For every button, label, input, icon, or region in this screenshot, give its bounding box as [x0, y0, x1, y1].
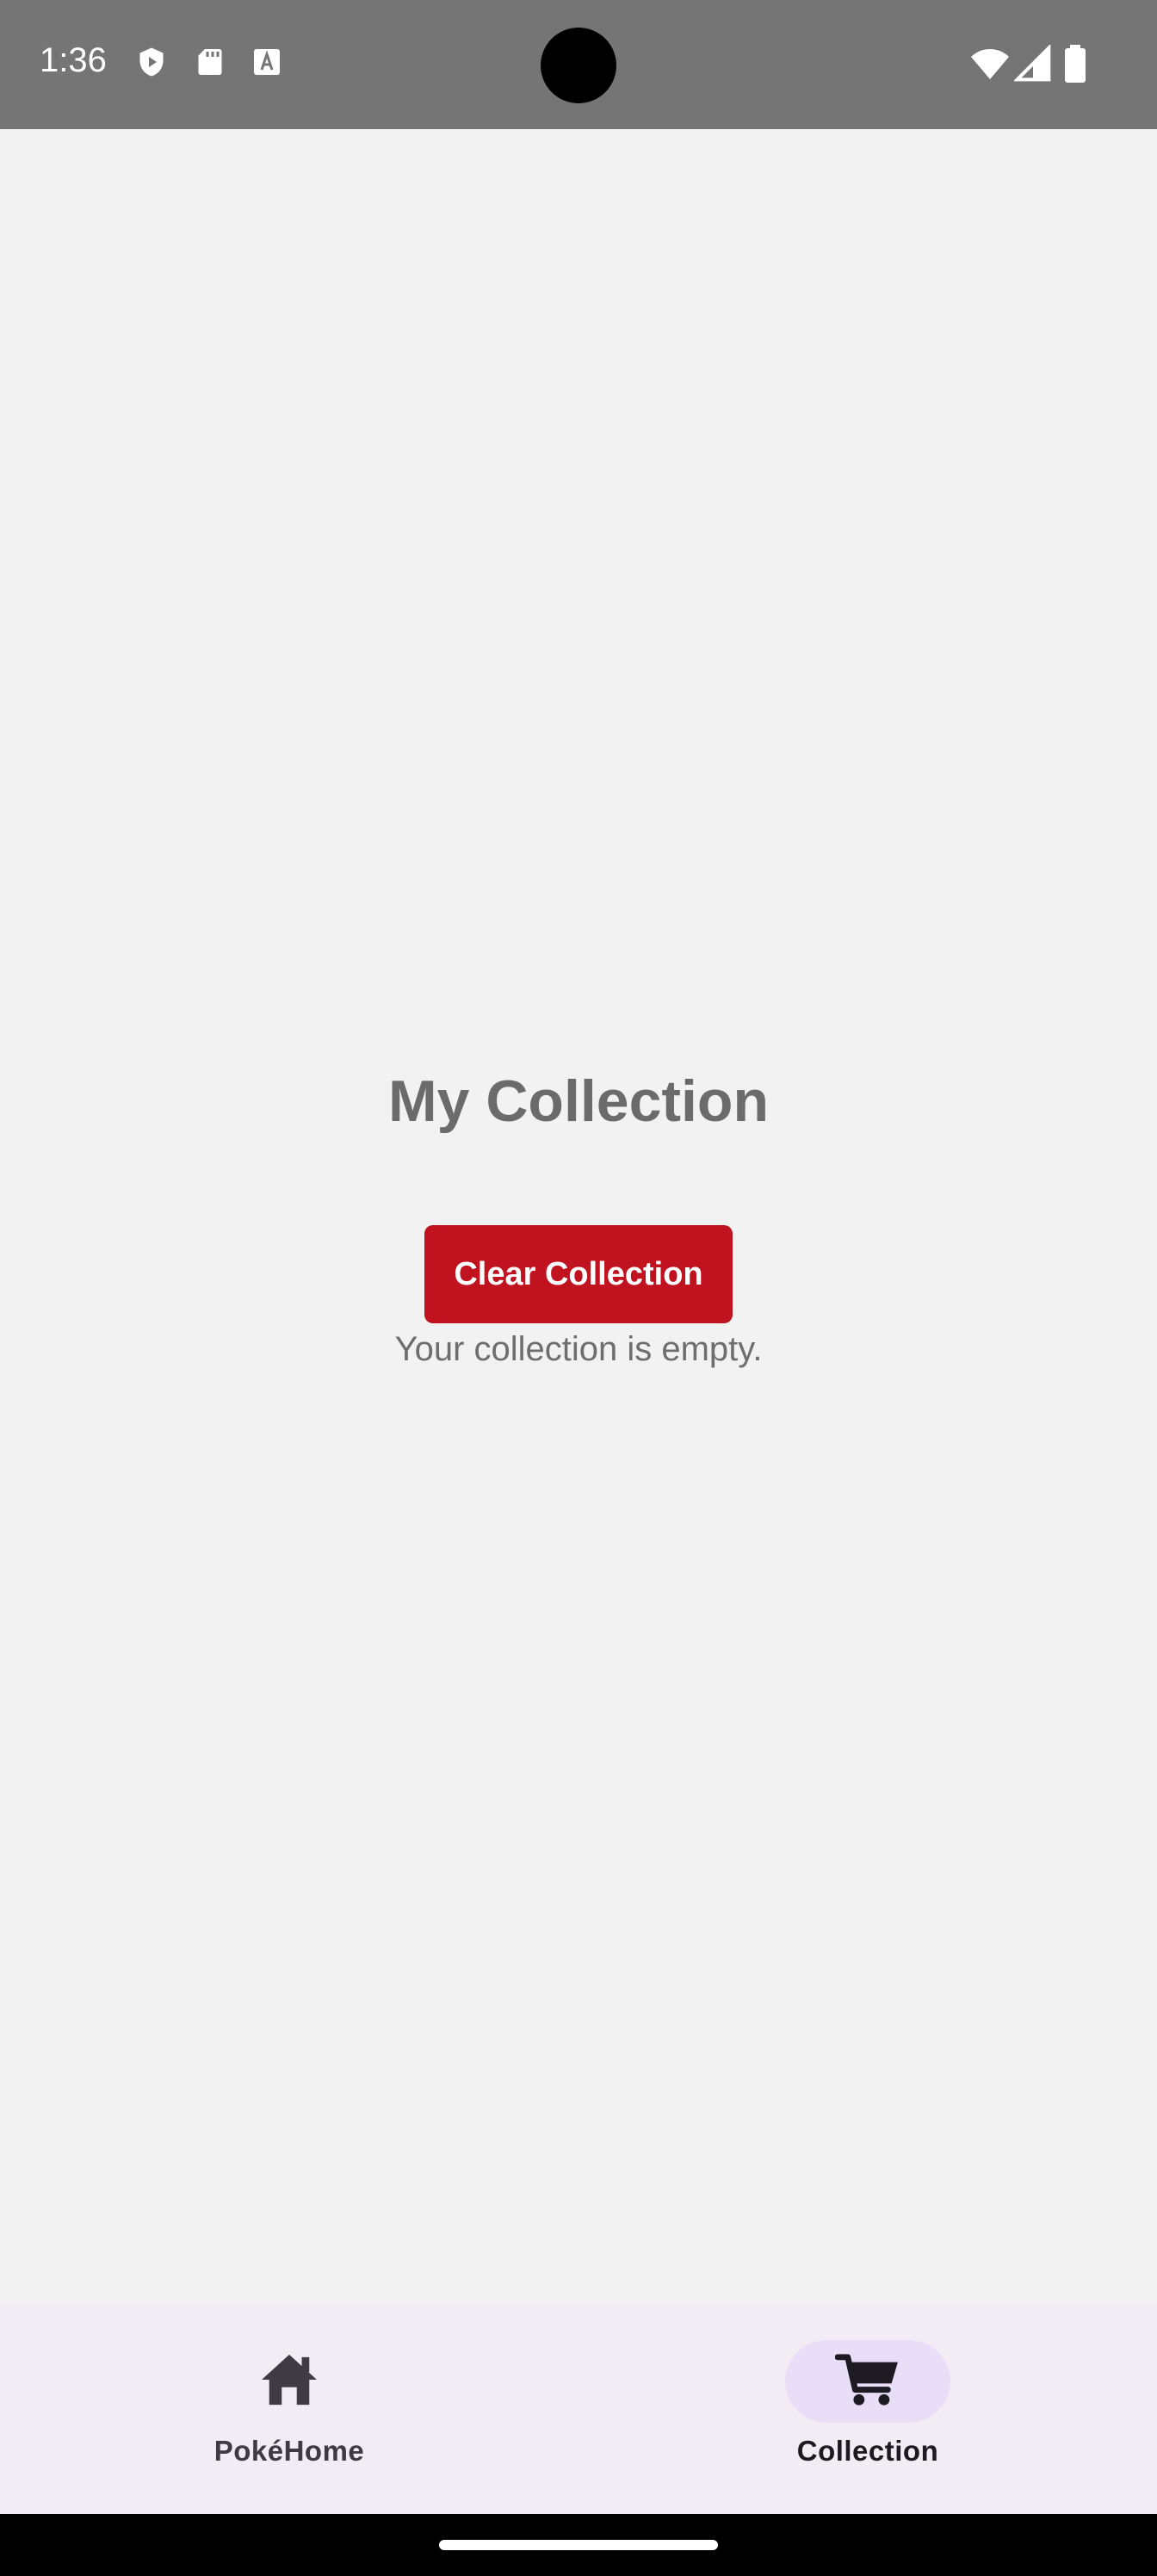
cart-icon: [834, 2352, 900, 2412]
camera-cutout: [541, 28, 616, 103]
nav-label-collection: Collection: [796, 2435, 939, 2467]
shield-play-icon: [136, 46, 167, 77]
nav-icon-container: [207, 2340, 372, 2423]
battery-icon: [1062, 43, 1088, 84]
page-title: My Collection: [387, 1068, 770, 1134]
app-screen: 1:36 My Collection Clear Collection Your…: [0, 0, 1157, 2576]
cellular-signal-icon: [1012, 43, 1052, 83]
nav-icon-container-selected: [785, 2340, 950, 2423]
clear-collection-button[interactable]: Clear Collection: [424, 1225, 733, 1323]
nav-item-collection[interactable]: Collection: [578, 2304, 1157, 2514]
status-bar: 1:36: [0, 0, 1157, 129]
wifi-icon: [969, 43, 1011, 84]
gesture-navigation-area: [0, 2514, 1157, 2576]
font-a-icon: [251, 46, 282, 77]
sd-card-icon: [195, 46, 226, 77]
home-gesture-handle[interactable]: [439, 2540, 718, 2550]
home-icon: [258, 2352, 320, 2412]
collection-content: My Collection Clear Collection Your coll…: [0, 129, 1157, 2304]
bottom-navigation-bar: PokéHome Collection: [0, 2304, 1157, 2514]
empty-collection-message: Your collection is empty.: [394, 1330, 763, 1368]
nav-item-pokehome[interactable]: PokéHome: [0, 2304, 578, 2514]
status-time: 1:36: [40, 41, 107, 79]
nav-label-pokehome: PokéHome: [213, 2435, 365, 2467]
